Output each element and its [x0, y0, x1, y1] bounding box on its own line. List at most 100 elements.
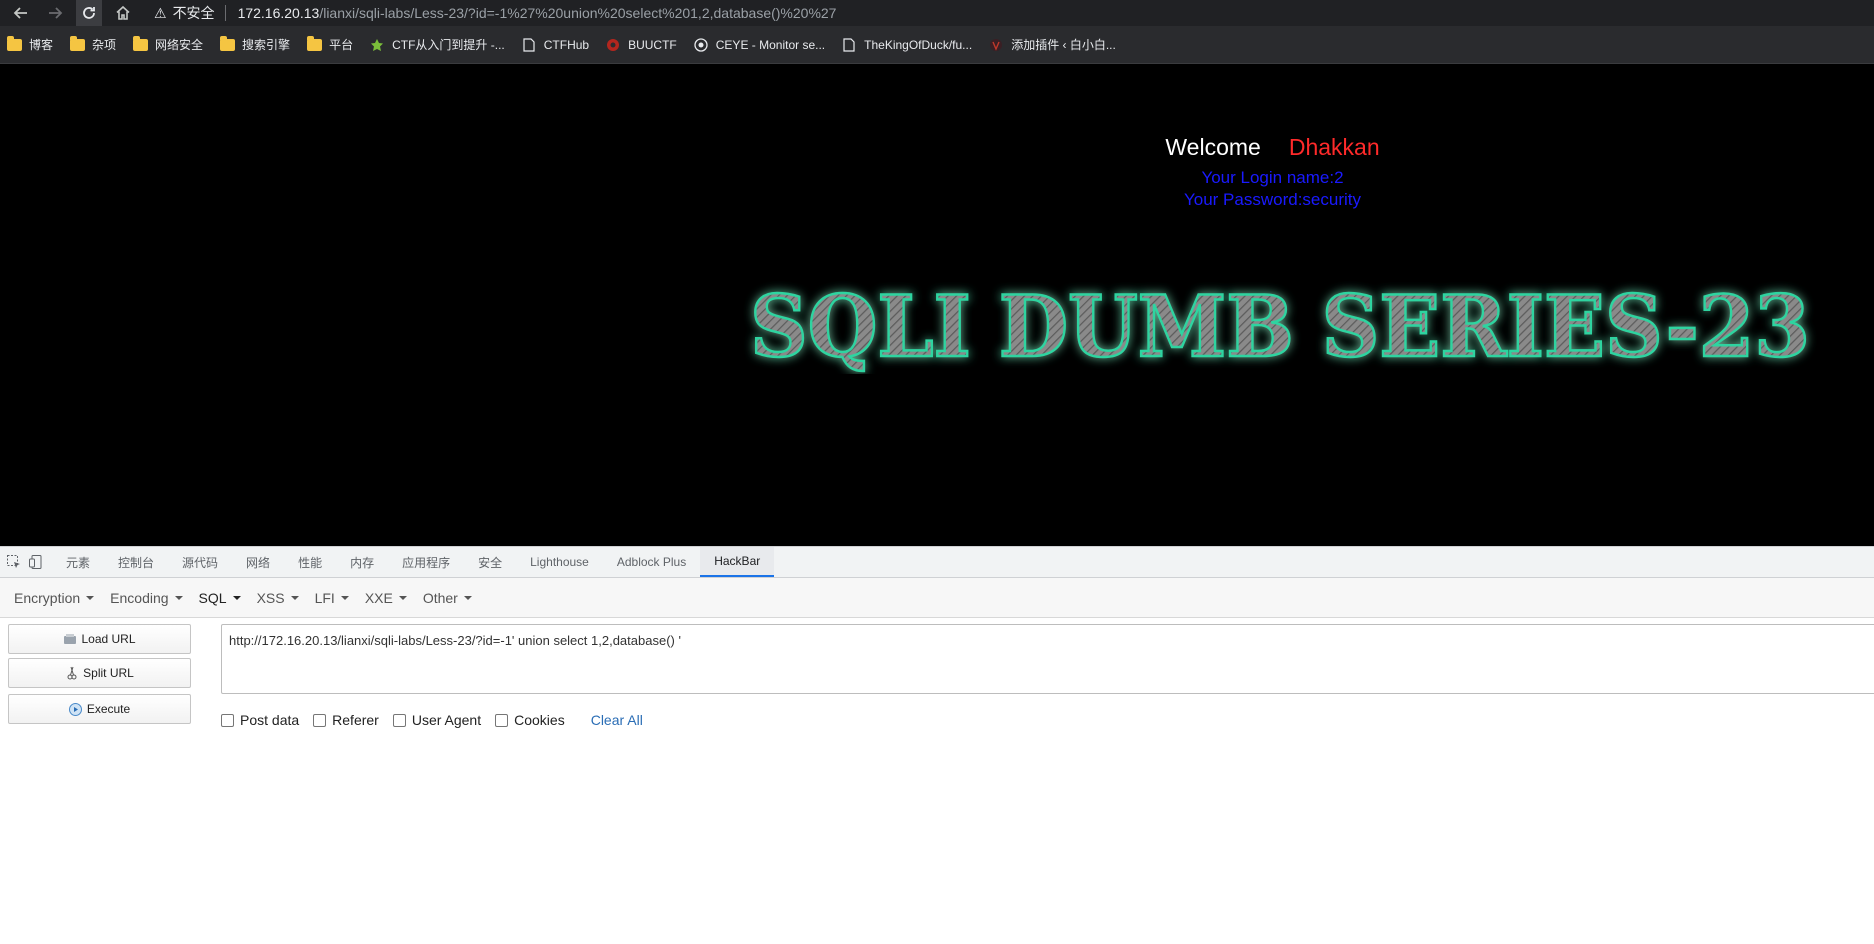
- xss-dropdown[interactable]: XSS: [249, 590, 307, 606]
- bookmark-item[interactable]: CTF从入门到提升 -...: [369, 36, 505, 53]
- wp-icon: [988, 38, 1004, 52]
- browser-toolbar: ⚠ 不安全 172.16.20.13/lianxi/sqli-labs/Less…: [0, 0, 1874, 26]
- folder-icon: [219, 35, 235, 52]
- bookmark-item[interactable]: TheKingOfDuck/fu...: [841, 38, 972, 52]
- cookies-checkbox[interactable]: Cookies: [495, 712, 565, 728]
- load-icon: [63, 632, 77, 646]
- bookmark-item[interactable]: 平台: [306, 35, 354, 53]
- menu-label: XXE: [364, 589, 393, 606]
- series-banner: SQLI DUMB SERIES-23: [749, 276, 1812, 374]
- menu-label: Encryption: [14, 589, 81, 606]
- home-icon: [116, 5, 130, 20]
- bookmark-item[interactable]: 博客: [6, 35, 53, 53]
- password-text: Your Password:security: [1183, 190, 1361, 209]
- referer-checkbox[interactable]: Referer: [313, 712, 379, 728]
- bookmark-label: 网络安全: [155, 38, 204, 52]
- devtools-tab-console[interactable]: 控制台: [104, 547, 168, 577]
- menu-label: XSS: [256, 589, 285, 606]
- checkbox-label: Cookies: [514, 712, 565, 728]
- inspect-element-icon[interactable]: [6, 554, 22, 570]
- bookmark-item[interactable]: CTFHub: [521, 38, 589, 52]
- button-label: Execute: [86, 702, 131, 716]
- caret-down-icon: [86, 595, 95, 600]
- home-button[interactable]: [110, 0, 136, 26]
- split-url-button[interactable]: Split URL: [8, 658, 191, 688]
- checkbox-box: [221, 713, 234, 727]
- folder-icon: [6, 35, 22, 52]
- forward-button[interactable]: [42, 0, 68, 26]
- banner-text: SQLI DUMB SERIES-23: [750, 277, 1810, 374]
- sql-dropdown[interactable]: SQL: [191, 590, 249, 606]
- bookmark-label: BUUCTF: [628, 37, 677, 52]
- buuctf-icon: [605, 38, 621, 52]
- bookmark-label: 平台: [329, 38, 354, 52]
- login-name-text: Your Login name:2: [1201, 168, 1344, 187]
- menu-label: Encoding: [110, 589, 169, 606]
- bookmark-label: CEYE - Monitor se...: [715, 37, 826, 52]
- bookmark-item[interactable]: 添加插件 ‹ 白小白...: [988, 36, 1116, 53]
- devtools-tab-elements[interactable]: 元素: [52, 547, 104, 577]
- devtools-tab-sources[interactable]: 源代码: [168, 547, 232, 577]
- post-data-checkbox[interactable]: Post data: [221, 712, 299, 728]
- caret-down-icon: [290, 595, 299, 600]
- execute-button[interactable]: Execute: [8, 694, 191, 724]
- other-dropdown[interactable]: Other: [415, 590, 480, 606]
- arrow-right-icon: [49, 7, 63, 19]
- encoding-dropdown[interactable]: Encoding: [102, 590, 190, 606]
- button-label: Load URL: [81, 632, 136, 646]
- bookmark-item[interactable]: 杂项: [69, 35, 116, 53]
- devtools-tab-hackbar[interactable]: HackBar: [700, 547, 775, 577]
- bookmark-item[interactable]: CEYE - Monitor se...: [693, 38, 825, 52]
- checkbox-label: Post data: [240, 712, 300, 728]
- devtools-tab-memory[interactable]: 内存: [336, 547, 388, 577]
- bookmarks-bar: 博客 杂项 网络安全 搜索引擎 平台 CTF从入门到提升 -... CTFHub…: [0, 26, 1874, 64]
- bookmark-item[interactable]: BUUCTF: [605, 38, 677, 52]
- folder-icon: [306, 35, 322, 52]
- url-path: /lianxi/sqli-labs/Less-23/?id=-1%27%20un…: [319, 5, 837, 21]
- load-url-button[interactable]: Load URL: [8, 624, 191, 654]
- devtools-tab-lighthouse[interactable]: Lighthouse: [516, 547, 603, 577]
- checkbox-box: [392, 713, 406, 727]
- reload-icon: [83, 7, 95, 19]
- address-bar[interactable]: ⚠ 不安全 172.16.20.13/lianxi/sqli-labs/Less…: [154, 0, 836, 26]
- play-icon: [69, 702, 83, 716]
- devtools-tab-application[interactable]: 应用程序: [388, 547, 464, 577]
- device-toolbar-icon[interactable]: [28, 554, 44, 570]
- options-row: Post data Referer User Agent Cookies Cle…: [221, 712, 643, 728]
- reload-button[interactable]: [76, 0, 102, 26]
- clear-all-link[interactable]: Clear All: [591, 712, 643, 728]
- caret-down-icon: [398, 595, 407, 600]
- folder-icon: [132, 35, 148, 52]
- caret-down-icon: [232, 595, 241, 600]
- url-textarea[interactable]: http://172.16.20.13/lianxi/sqli-labs/Les…: [221, 624, 1874, 694]
- page-icon: [521, 37, 537, 52]
- devtools-tab-adblock[interactable]: Adblock Plus: [603, 547, 700, 577]
- page-viewport: Welcome Dhakkan Your Login name:2 Your Pa…: [0, 64, 1874, 546]
- checkbox-label: User Agent: [411, 712, 482, 728]
- arrow-left-icon: [13, 7, 27, 19]
- user-agent-checkbox[interactable]: User Agent: [392, 712, 482, 728]
- welcome-text: Welcome: [1165, 134, 1261, 160]
- button-label: Split URL: [83, 666, 134, 680]
- devtools-tabbar: 元素 控制台 源代码 网络 性能 内存 应用程序 安全 Lighthouse A…: [0, 546, 1874, 578]
- devtools-tab-performance[interactable]: 性能: [284, 547, 336, 577]
- scissors-icon: [65, 666, 79, 680]
- encryption-dropdown[interactable]: Encryption: [6, 590, 102, 606]
- folder-icon: [69, 35, 85, 52]
- back-button[interactable]: [8, 0, 34, 26]
- devtools-tab-security[interactable]: 安全: [464, 547, 516, 577]
- ceye-icon: [693, 37, 709, 52]
- warning-icon: ⚠: [154, 4, 167, 21]
- bookmark-item[interactable]: 网络安全: [132, 35, 204, 53]
- bookmark-label: CTFHub: [543, 37, 590, 52]
- lfi-dropdown[interactable]: LFI: [307, 590, 357, 606]
- caret-down-icon: [340, 595, 349, 600]
- checkbox-box: [495, 713, 509, 727]
- devtools-tab-network[interactable]: 网络: [232, 547, 284, 577]
- welcome-line: Welcome Dhakkan: [1100, 134, 1445, 161]
- xxe-dropdown[interactable]: XXE: [357, 590, 415, 606]
- caret-down-icon: [174, 595, 183, 600]
- bookmark-label: 搜索引擎: [242, 38, 291, 52]
- url-host: 172.16.20.13: [237, 5, 320, 21]
- bookmark-item[interactable]: 搜索引擎: [219, 35, 291, 53]
